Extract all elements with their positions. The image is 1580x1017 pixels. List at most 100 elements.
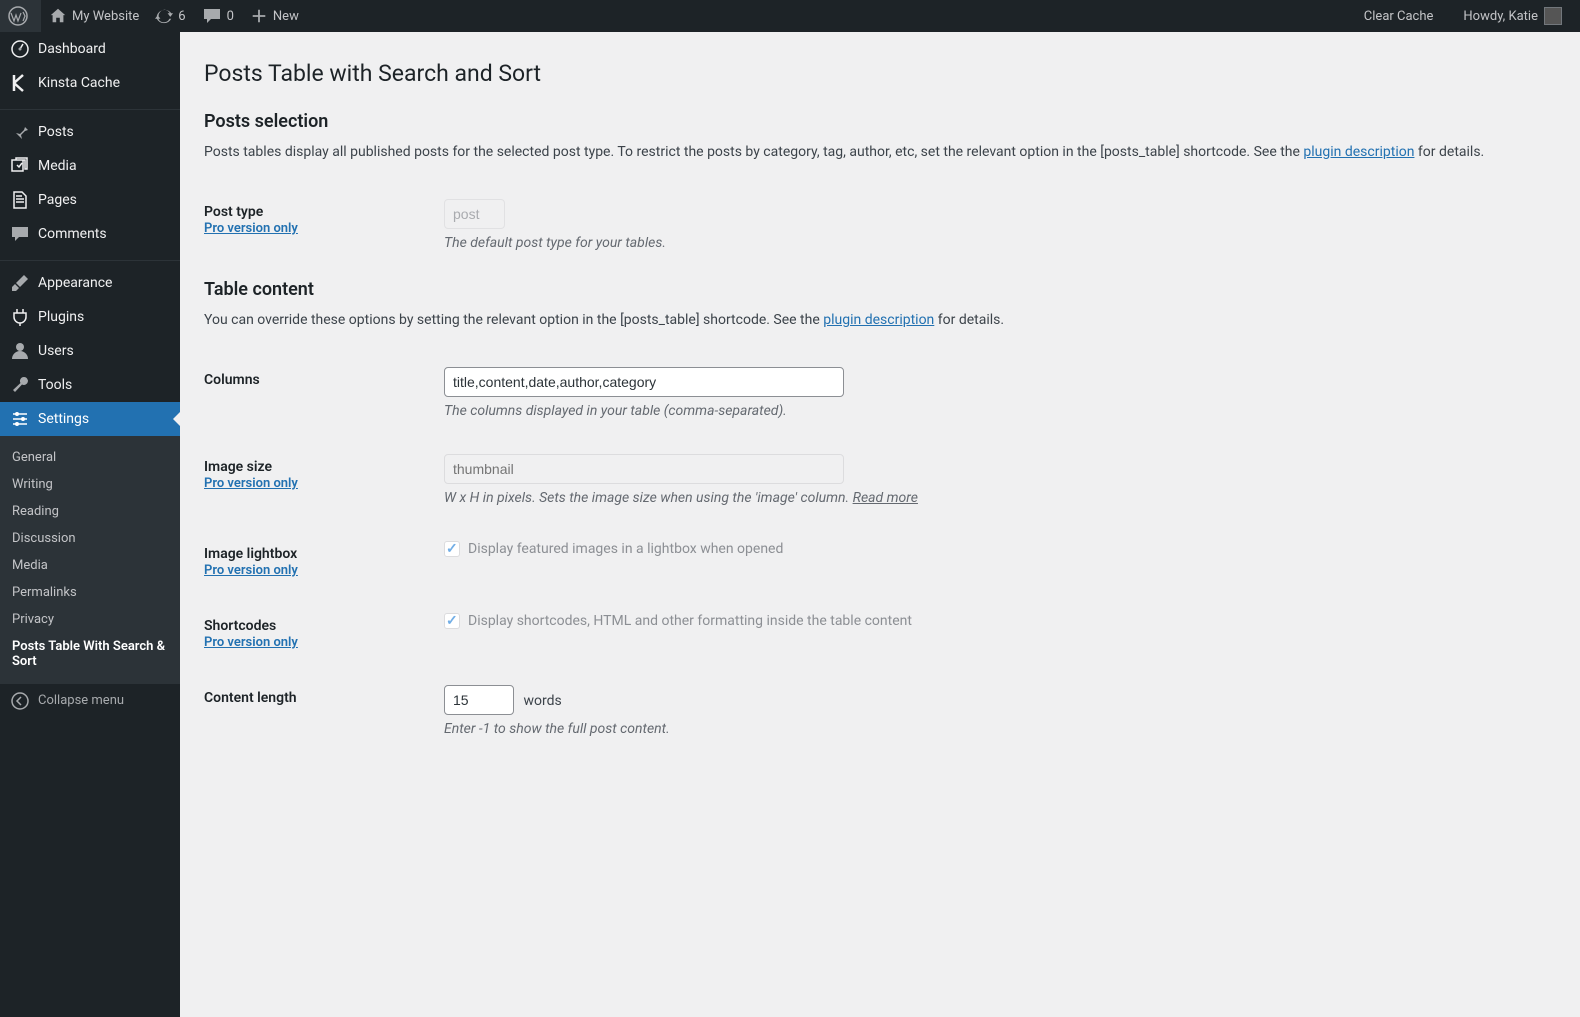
refresh-icon <box>155 7 173 25</box>
settings-form-2: Columns The columns displayed in your ta… <box>204 352 1556 757</box>
collapse-icon <box>10 691 30 711</box>
dashboard-icon <box>10 39 30 59</box>
image-size-label: Image size Pro version only <box>204 439 444 526</box>
pro-version-link[interactable]: Pro version only <box>204 221 298 236</box>
updates-count: 6 <box>178 9 185 24</box>
comment-icon <box>202 6 222 26</box>
sidebar-item-label: Comments <box>38 226 107 242</box>
submenu-media[interactable]: Media <box>0 552 180 579</box>
media-icon <box>10 156 30 176</box>
sidebar-item-label: Tools <box>38 377 72 393</box>
pro-version-link[interactable]: Pro version only <box>204 635 298 650</box>
sidebar-item-label: Media <box>38 158 77 174</box>
image-size-input <box>444 454 844 484</box>
image-lightbox-row: Display featured images in a lightbox wh… <box>444 541 1546 557</box>
sliders-icon <box>10 409 30 429</box>
pro-version-link[interactable]: Pro version only <box>204 563 298 578</box>
sidebar-item-appearance[interactable]: Appearance <box>0 266 180 300</box>
collapse-menu[interactable]: Collapse menu <box>0 683 180 717</box>
submenu-posts-table[interactable]: Posts Table With Search & Sort <box>0 633 180 675</box>
wp-logo[interactable] <box>0 0 41 32</box>
submenu-reading[interactable]: Reading <box>0 498 180 525</box>
admin-bar: My Website 6 0 New Clear Cache Howdy, Ka… <box>0 0 1580 32</box>
comments-link[interactable]: 0 <box>194 0 242 32</box>
new-label: New <box>273 9 299 24</box>
plugin-description-link[interactable]: plugin description <box>1303 144 1414 160</box>
shortcodes-checkbox <box>444 613 460 629</box>
section-table-content-heading: Table content <box>204 279 1556 300</box>
sidebar-item-plugins[interactable]: Plugins <box>0 300 180 334</box>
plugin-description-link-2[interactable]: plugin description <box>823 312 934 328</box>
sidebar-item-kinsta[interactable]: Kinsta Cache <box>0 66 180 100</box>
columns-input[interactable] <box>444 367 844 397</box>
sidebar-item-label: Users <box>38 343 74 359</box>
post-type-select: post <box>444 199 505 229</box>
account-link[interactable]: Howdy, Katie <box>1455 0 1570 32</box>
updates-link[interactable]: 6 <box>147 0 193 32</box>
post-type-label: Post type Pro version only <box>204 184 444 271</box>
wrench-icon <box>10 375 30 395</box>
pro-version-link[interactable]: Pro version only <box>204 476 298 491</box>
settings-form: Post type Pro version only post The defa… <box>204 184 1556 271</box>
sidebar-item-comments[interactable]: Comments <box>0 217 180 251</box>
sidebar-item-settings[interactable]: Settings <box>0 402 180 436</box>
wordpress-icon <box>8 6 28 26</box>
columns-help: The columns displayed in your table (com… <box>444 403 1546 419</box>
shortcodes-row: Display shortcodes, HTML and other forma… <box>444 613 1546 629</box>
user-icon <box>10 341 30 361</box>
read-more-link[interactable]: Read more <box>853 490 918 506</box>
kinsta-icon <box>10 73 30 93</box>
sidebar-item-users[interactable]: Users <box>0 334 180 368</box>
submenu-privacy[interactable]: Privacy <box>0 606 180 633</box>
sidebar-item-pages[interactable]: Pages <box>0 183 180 217</box>
submenu-general[interactable]: General <box>0 444 180 471</box>
site-name-link[interactable]: My Website <box>41 0 147 32</box>
collapse-label: Collapse menu <box>38 693 124 708</box>
image-lightbox-cb-label: Display featured images in a lightbox wh… <box>468 541 783 557</box>
sidebar-item-label: Pages <box>38 192 77 208</box>
sidebar-item-label: Settings <box>38 411 89 427</box>
clear-cache-link[interactable]: Clear Cache <box>1356 0 1442 32</box>
sidebar-item-label: Appearance <box>38 275 112 291</box>
avatar <box>1544 7 1562 25</box>
howdy-text: Howdy, Katie <box>1463 9 1538 24</box>
image-lightbox-label: Image lightbox Pro version only <box>204 526 444 598</box>
comments-count: 0 <box>227 9 234 24</box>
content-length-input[interactable] <box>444 685 514 715</box>
brush-icon <box>10 273 30 293</box>
new-content-link[interactable]: New <box>242 0 307 32</box>
submenu-writing[interactable]: Writing <box>0 471 180 498</box>
pin-icon <box>10 122 30 142</box>
sidebar-item-label: Plugins <box>38 309 84 325</box>
sidebar-item-tools[interactable]: Tools <box>0 368 180 402</box>
shortcodes-label: Shortcodes Pro version only <box>204 598 444 670</box>
content-length-suffix: words <box>523 693 561 709</box>
pages-icon <box>10 190 30 210</box>
comment-icon <box>10 224 30 244</box>
content-length-help: Enter -1 to show the full post content. <box>444 721 1546 737</box>
sidebar-item-label: Dashboard <box>38 41 106 57</box>
plug-icon <box>10 307 30 327</box>
page-title: Posts Table with Search and Sort <box>204 60 1556 87</box>
settings-submenu: General Writing Reading Discussion Media… <box>0 436 180 683</box>
plus-icon <box>250 7 268 25</box>
section-posts-selection-heading: Posts selection <box>204 111 1556 132</box>
sidebar-item-label: Posts <box>38 124 74 140</box>
content-length-label: Content length <box>204 670 444 757</box>
main-content: Posts Table with Search and Sort Posts s… <box>180 32 1580 777</box>
site-name: My Website <box>72 9 139 24</box>
post-type-help: The default post type for your tables. <box>444 235 1546 251</box>
submenu-permalinks[interactable]: Permalinks <box>0 579 180 606</box>
image-lightbox-checkbox <box>444 541 460 557</box>
submenu-discussion[interactable]: Discussion <box>0 525 180 552</box>
home-icon <box>49 7 67 25</box>
sidebar-item-label: Kinsta Cache <box>38 75 120 91</box>
section-posts-selection-desc: Posts tables display all published posts… <box>204 144 1556 160</box>
sidebar-item-media[interactable]: Media <box>0 149 180 183</box>
shortcodes-cb-label: Display shortcodes, HTML and other forma… <box>468 613 912 629</box>
columns-label: Columns <box>204 352 444 439</box>
sidebar-item-dashboard[interactable]: Dashboard <box>0 32 180 66</box>
sidebar-item-posts[interactable]: Posts <box>0 115 180 149</box>
image-size-help: W x H in pixels. Sets the image size whe… <box>444 490 1546 506</box>
admin-sidebar: Dashboard Kinsta Cache Posts Media Pages… <box>0 32 180 1017</box>
